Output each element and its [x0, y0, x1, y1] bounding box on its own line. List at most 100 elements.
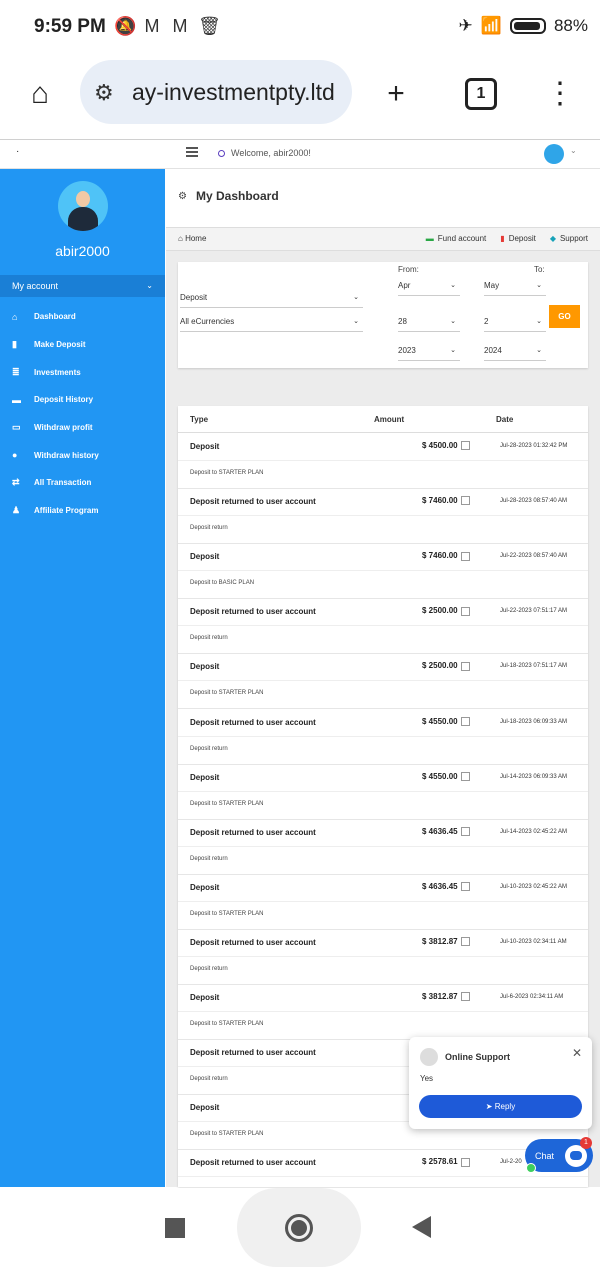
chevron-down-icon[interactable]: ⌄ [570, 146, 577, 155]
row-date: Jul-18-2023 06:09:33 AM [500, 718, 568, 725]
sidebar-item-deposit-history[interactable]: ▬ Deposit History [0, 386, 165, 414]
home-icon: ⌂ [178, 234, 186, 243]
table-row: Deposit $ 3812.87 Jul-6-2023 02:34:11 AM De… [178, 984, 588, 1040]
row-description: Deposit to STARTER PLAN [190, 470, 264, 476]
row-amount-value: $ 4550.00 [422, 716, 458, 726]
sidebar-item-dashboard[interactable]: ⌂ Dashboard [0, 303, 165, 331]
row-type: Deposit returned to user account [190, 1158, 316, 1168]
recents-icon[interactable] [165, 1218, 185, 1238]
reply-button[interactable]: ➤ Reply [419, 1095, 582, 1118]
from-month-value: Apr [398, 281, 411, 290]
table-row: Deposit returned to user account $ 7460.0… [178, 488, 588, 545]
row-amount: $ 7460.00 [422, 551, 470, 561]
status-bar: 9:59 PM 🔕 M M 🗑 ✈ 📶 88% [0, 0, 600, 56]
row-type: Deposit returned to user account [190, 1048, 316, 1058]
row-amount-value: $ 3812.87 [422, 992, 458, 1001]
row-date: Jul-10-2023 02:34:11 AM [500, 938, 567, 945]
currency-select[interactable]: All eCurrencies ⌄ [180, 312, 363, 332]
type-select[interactable]: Deposit ⌄ [180, 288, 363, 308]
row-description: Deposit to STARTER PLAN [190, 690, 264, 697]
row-amount-value: $ 2500.00 [422, 661, 458, 671]
table-row: Deposit $ 4636.45 Jul-10-2023 02:45:22 AM D… [178, 874, 588, 930]
to-year-select[interactable]: 2024 ⌄ [484, 341, 546, 361]
row-type: Deposit [190, 882, 220, 892]
address-bar[interactable]: ⚙ ay-investmentpty.ltd [80, 60, 352, 124]
row-description: Deposit to STARTER PLAN [190, 1131, 264, 1138]
broken-image-icon [460, 661, 470, 671]
sidebar-item-all-transaction[interactable]: ⇄ All Transaction [0, 469, 165, 497]
from-label: From: [398, 265, 419, 274]
to-year-value: 2024 [484, 346, 502, 355]
sidebar-item-affiliate-program[interactable]: ♟ Affiliate Program [0, 497, 165, 525]
breadcrumb-home[interactable]: ⌂ Home [178, 234, 206, 243]
row-amount: $ 2500.00 [422, 606, 470, 616]
sidebar-item-withdraw-history[interactable]: ● Withdraw history [0, 441, 165, 469]
table-row: Deposit $ 2500.00 Jul-18-2023 07:51:17 AM D… [178, 653, 588, 710]
row-amount: $ 4500.00 [422, 441, 470, 451]
system-nav-bar [0, 1188, 600, 1267]
row-type: Deposit returned to user account [190, 717, 316, 727]
row-date: Jul-18-2023 07:51:17 AM [500, 663, 568, 670]
chat-button[interactable]: Chat 1 [525, 1137, 593, 1173]
back-icon[interactable] [412, 1216, 431, 1238]
row-date: Jul-22-2023 08:57:40 AM [500, 553, 568, 560]
to-day-select[interactable]: 2 ⌄ [484, 312, 546, 332]
breadcrumb: ⌂ Home ▬ Fund account ▮ Deposit ◆ Support [166, 227, 600, 251]
home-icon[interactable]: ⌂ [20, 74, 60, 114]
table-header: Type Amount Date [178, 406, 588, 433]
my-account-toggle[interactable]: My account ⌄ [0, 275, 165, 297]
row-type: Deposit returned to user account [190, 937, 316, 947]
from-month-select[interactable]: Apr ⌄ [398, 276, 460, 296]
new-tab-icon[interactable]: + [376, 74, 416, 114]
site-settings-icon[interactable]: ⚙ [94, 80, 114, 106]
circle-icon [218, 150, 225, 158]
from-year-value: 2023 [398, 346, 416, 355]
broken-image-icon [460, 716, 470, 726]
row-description: Deposit return [190, 855, 228, 862]
tab-switcher-button[interactable]: 1 [465, 78, 497, 110]
avatar[interactable] [544, 144, 564, 164]
row-description: Deposit to STARTER PLAN [190, 800, 264, 807]
from-day-select[interactable]: 28 ⌄ [398, 312, 460, 332]
chevron-down-icon: ⌄ [450, 318, 456, 325]
hamburger-icon[interactable] [186, 147, 198, 157]
row-date: Jul-28-2023 08:57:40 AM [500, 498, 568, 505]
row-amount: $ 2500.00 [422, 661, 470, 671]
sidebar-item-withdraw-profit[interactable]: ▭ Withdraw profit [0, 414, 165, 442]
sidebar-item-make-deposit[interactable]: ▮ Make Deposit [0, 331, 165, 359]
row-type: Deposit [190, 662, 220, 672]
avatar [420, 1048, 438, 1066]
chevron-down-icon: ⌄ [450, 282, 456, 289]
to-month-select[interactable]: May ⌄ [484, 276, 546, 296]
row-amount: $ 7460.00 [422, 496, 470, 506]
support-link[interactable]: ◆ Support [550, 234, 588, 243]
row-date: Jul-10-2023 02:45:22 AM [500, 883, 568, 890]
close-icon[interactable]: ✕ [572, 1046, 582, 1060]
row-type: Deposit [190, 993, 220, 1002]
chat-badge: 1 [580, 1137, 592, 1149]
header-amount: Amount [374, 415, 405, 424]
deposit-link[interactable]: ▮ Deposit [500, 234, 536, 243]
row-amount-value: $ 2500.00 [422, 606, 458, 616]
go-button[interactable]: GO [549, 305, 580, 328]
sidebar-item-investments[interactable]: ≣ Investments [0, 358, 165, 386]
row-description: Deposit to STARTER PLAN [190, 1021, 264, 1027]
from-year-select[interactable]: 2023 ⌄ [398, 341, 460, 361]
row-amount: $ 3812.87 [422, 992, 470, 1002]
row-description: Deposit return [190, 1076, 228, 1083]
url-text[interactable]: ay-investmentpty.ltd [132, 79, 335, 106]
broken-image-icon [460, 441, 470, 451]
sidebar-item-label: Affiliate Program [34, 506, 99, 516]
database-icon: ≣ [12, 366, 20, 377]
bar-chart-icon: ▮ [500, 234, 505, 243]
row-date: Jul-22-2023 07:51:17 AM [500, 608, 568, 615]
more-menu-icon[interactable]: ⋮ [540, 74, 580, 114]
home-button-icon[interactable] [285, 1214, 313, 1242]
support-title: Online Support [445, 1052, 510, 1062]
row-description: Deposit return [190, 525, 228, 532]
sidebar-item-label: Withdraw history [34, 450, 99, 460]
row-type: Deposit [190, 552, 220, 562]
welcome-label: Welcome, abir2000! [231, 148, 311, 158]
fund-account-link[interactable]: ▬ Fund account [426, 234, 486, 243]
send-icon: ➤ [485, 1102, 495, 1111]
